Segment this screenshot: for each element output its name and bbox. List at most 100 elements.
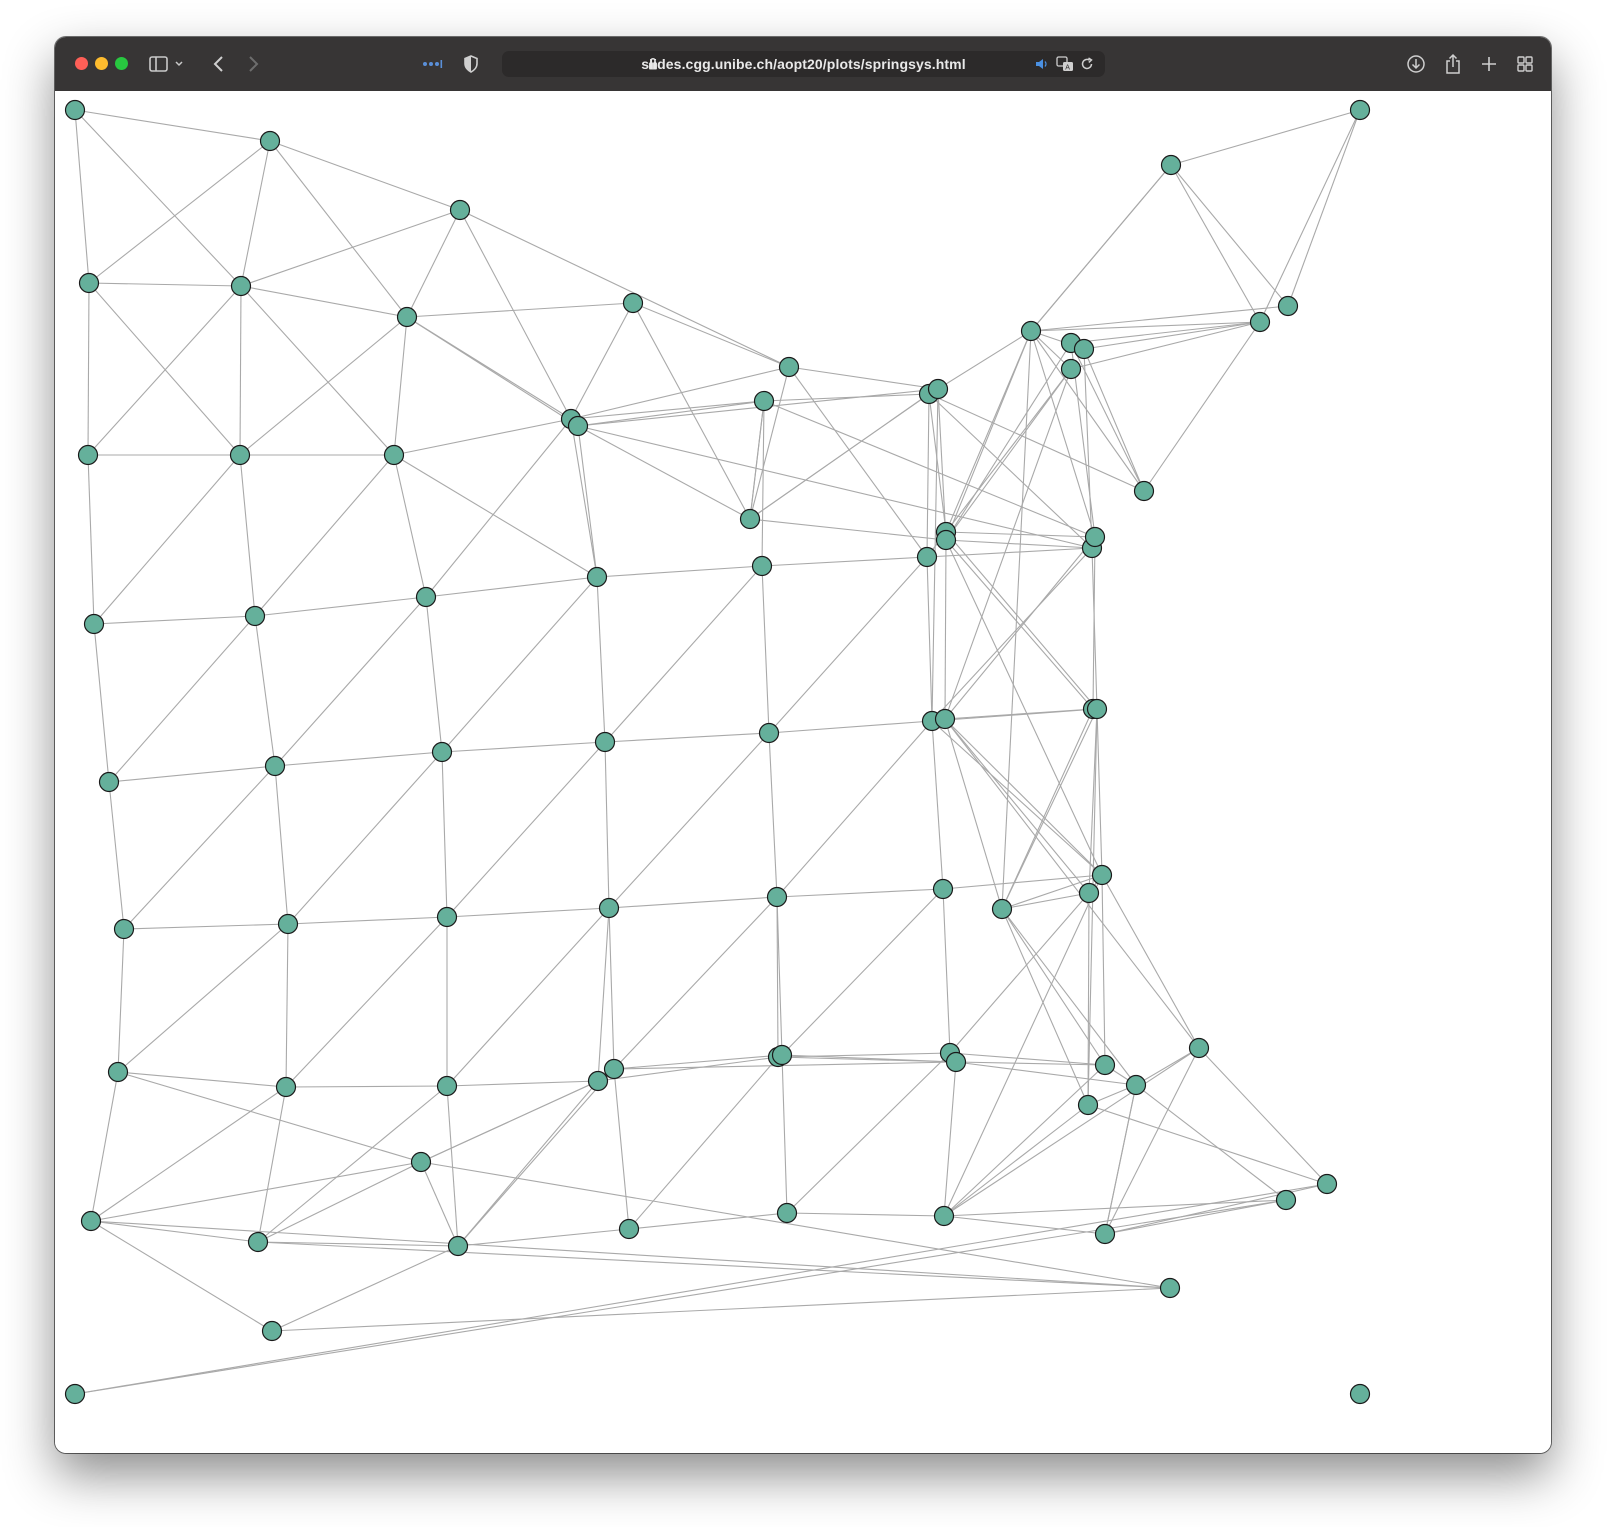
spring-edge <box>274 596 427 767</box>
graph-node[interactable] <box>739 508 761 530</box>
close-window-button[interactable] <box>75 57 88 70</box>
graph-node[interactable] <box>80 1210 102 1232</box>
graph-node[interactable] <box>934 708 956 730</box>
url-text: slides.cgg.unibe.ch/aopt20/plots/springs… <box>641 56 966 72</box>
graph-node[interactable] <box>1133 480 1155 502</box>
graph-node[interactable] <box>1073 338 1095 360</box>
graph-node[interactable] <box>567 415 589 437</box>
graph-node[interactable] <box>1086 698 1108 720</box>
graph-node[interactable] <box>758 722 780 744</box>
graph-node[interactable] <box>1084 526 1106 548</box>
chevron-right-icon[interactable] <box>243 52 263 76</box>
graph-node[interactable] <box>244 605 266 627</box>
shield-icon[interactable] <box>461 52 481 76</box>
graph-node[interactable] <box>1094 1054 1116 1076</box>
graph-node[interactable] <box>751 555 773 577</box>
download-icon[interactable] <box>1405 52 1427 76</box>
spring-edge <box>1070 321 1261 370</box>
graph-node[interactable] <box>1020 320 1042 342</box>
graph-node[interactable] <box>107 1061 129 1083</box>
spring-edge <box>1001 892 1090 910</box>
graph-node[interactable] <box>230 275 252 297</box>
graph-node[interactable] <box>603 1058 625 1080</box>
spring-edge <box>1070 342 1145 492</box>
graph-node[interactable] <box>410 1151 432 1173</box>
minimize-window-button[interactable] <box>95 57 108 70</box>
graph-node[interactable] <box>935 529 957 551</box>
graph-node[interactable] <box>431 741 453 763</box>
graph-node[interactable] <box>113 918 135 940</box>
spring-edge <box>931 708 1098 722</box>
graph-node[interactable] <box>1316 1173 1338 1195</box>
spring-edge <box>393 454 427 598</box>
graph-node[interactable] <box>436 1075 458 1097</box>
graph-node[interactable] <box>261 1320 283 1342</box>
graph-node[interactable] <box>1249 311 1271 333</box>
reload-icon[interactable] <box>1080 57 1094 76</box>
graph-node[interactable] <box>247 1231 269 1253</box>
extensions-icon[interactable] <box>420 52 444 76</box>
graph-node[interactable] <box>1160 154 1182 176</box>
graph-node[interactable] <box>383 444 405 466</box>
graph-node[interactable] <box>587 1070 609 1092</box>
graph-node[interactable] <box>771 1044 793 1066</box>
graph-node[interactable] <box>396 306 418 328</box>
graph-node[interactable] <box>1091 864 1113 886</box>
graph-node[interactable] <box>98 771 120 793</box>
tab-overview-icon[interactable] <box>1514 52 1536 76</box>
spring-edge <box>108 615 256 783</box>
graph-node[interactable] <box>932 878 954 900</box>
graph-node[interactable] <box>436 906 458 928</box>
graph-node[interactable] <box>277 913 299 935</box>
graph-node[interactable] <box>1349 99 1371 121</box>
graph-node[interactable] <box>264 755 286 777</box>
share-icon[interactable] <box>1442 52 1464 76</box>
spring-system-graph[interactable] <box>55 91 1551 1453</box>
graph-node[interactable] <box>83 613 105 635</box>
chevron-left-icon[interactable] <box>209 52 229 76</box>
graph-node[interactable] <box>776 1202 798 1224</box>
graph-node[interactable] <box>598 897 620 919</box>
spring-edge <box>257 1086 287 1243</box>
graph-node[interactable] <box>586 566 608 588</box>
zoom-window-button[interactable] <box>115 57 128 70</box>
graph-node[interactable] <box>753 390 775 412</box>
graph-node[interactable] <box>78 272 100 294</box>
speaker-icon[interactable] <box>1035 57 1049 76</box>
graph-node[interactable] <box>229 444 251 466</box>
sidebar-icon[interactable] <box>149 52 185 76</box>
graph-node[interactable] <box>1077 1094 1099 1116</box>
graph-node[interactable] <box>945 1051 967 1073</box>
graph-node[interactable] <box>622 292 644 314</box>
graph-node[interactable] <box>916 546 938 568</box>
graph-node[interactable] <box>1275 1189 1297 1211</box>
spring-edge <box>926 556 933 722</box>
graph-node[interactable] <box>618 1218 640 1240</box>
graph-node[interactable] <box>415 586 437 608</box>
graph-node[interactable] <box>447 1235 469 1257</box>
graph-node[interactable] <box>275 1076 297 1098</box>
graph-node[interactable] <box>1078 882 1100 904</box>
spring-edge <box>1030 305 1289 332</box>
graph-node[interactable] <box>991 898 1013 920</box>
graph-node[interactable] <box>1094 1223 1116 1245</box>
graph-node[interactable] <box>1060 358 1082 380</box>
graph-node[interactable] <box>927 378 949 400</box>
graph-node[interactable] <box>594 731 616 753</box>
graph-node[interactable] <box>259 130 281 152</box>
graph-node[interactable] <box>766 886 788 908</box>
graph-node[interactable] <box>1277 295 1299 317</box>
graph-node[interactable] <box>778 356 800 378</box>
graph-node[interactable] <box>933 1205 955 1227</box>
graph-node[interactable] <box>64 1383 86 1405</box>
graph-node[interactable] <box>1349 1383 1371 1405</box>
graph-node[interactable] <box>1188 1037 1210 1059</box>
translate-icon[interactable]: A <box>1056 56 1074 77</box>
graph-node[interactable] <box>64 99 86 121</box>
plus-icon[interactable] <box>1478 52 1500 76</box>
graph-node[interactable] <box>77 444 99 466</box>
graph-node[interactable] <box>1125 1074 1147 1096</box>
graph-node[interactable] <box>449 199 471 221</box>
graph-node[interactable] <box>1159 1277 1181 1299</box>
address-bar[interactable]: slides.cgg.unibe.ch/aopt20/plots/springs… <box>502 51 1105 77</box>
